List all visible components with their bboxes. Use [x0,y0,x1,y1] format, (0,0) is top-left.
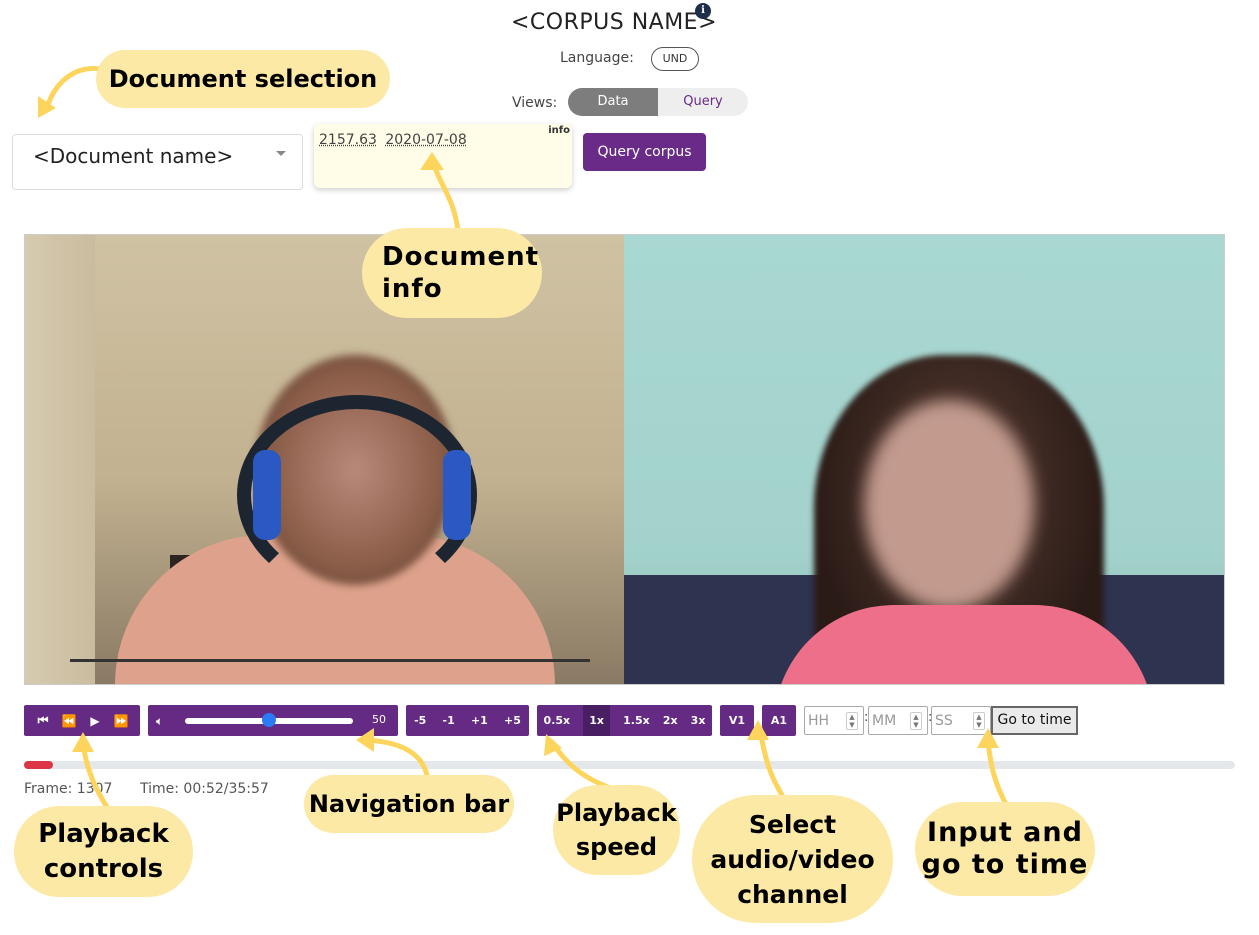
speed-1-5x-button[interactable]: 1.5x [623,714,650,727]
nav-minus-1-button[interactable]: -1 [443,714,455,727]
callout-playback-speed: Playback speed [553,785,680,875]
callout-playback-controls: Playback controls [14,806,193,897]
video-feed-right [624,235,1224,684]
headphone-cup-left [253,450,281,540]
nav-plus-1-button[interactable]: +1 [471,714,488,727]
callout-document-selection: Document selection [96,50,390,108]
chevron-down-icon [276,151,286,156]
hours-input[interactable]: HH ▲ ▼ [804,706,864,735]
callout-document-info: Document info [362,228,542,318]
fast-forward-icon[interactable]: ⏩ [109,714,133,728]
hours-stepper[interactable]: ▲ ▼ [846,712,858,730]
playback-speed: 0.5x 1x 1.5x 2x 3x [537,705,712,736]
callout-select-channel: Select audio/video channel [692,795,893,923]
info-icon[interactable]: i [695,3,711,19]
video-channel-select[interactable]: V1 [720,705,754,736]
hours-placeholder: HH [808,713,830,729]
corpus-title: <CORPUS NAME> [510,10,718,35]
document-info-panel: 2157.63 2020-07-08 info [314,124,572,188]
seconds-placeholder: SS [935,713,953,729]
nav-plus-5-button[interactable]: +5 [504,714,521,727]
minutes-stepper[interactable]: ▲ ▼ [910,712,922,730]
view-data-tab[interactable]: Data [568,88,658,116]
speed-3x-button[interactable]: 3x [691,714,706,727]
seconds-input[interactable]: SS ▲ ▼ [931,706,991,735]
volume-value: 50 [372,713,386,726]
rewind-icon[interactable]: ⏪ [57,714,81,728]
document-info-tag: info [548,125,570,136]
document-info-values: 2157.63 2020-07-08 [319,132,471,148]
volume-slider-thumb[interactable] [262,713,276,727]
skip-start-icon[interactable]: ⏮ [31,713,55,728]
view-query-tab[interactable]: Query [658,88,748,116]
video-channel-label: V1 [728,714,746,727]
callout-navigation-bar: Navigation bar [304,775,514,833]
callout-input-time: Input and go to time [915,802,1095,896]
views-label: Views: [512,95,558,111]
document-duration: 2157.63 [319,132,377,148]
video-player[interactable] [24,234,1225,685]
go-to-time-button[interactable]: Go to time [991,706,1078,735]
volume-control: 🔈︎ 50 [148,705,398,736]
document-select[interactable]: <Document name> [12,134,303,190]
timeline-progress[interactable] [24,761,54,769]
views-toggle: Data Query [568,88,748,116]
minutes-input[interactable]: MM ▲ ▼ [868,706,928,735]
document-date: 2020-07-08 [385,132,467,148]
play-icon[interactable]: ▶ [83,714,107,728]
navigation-bar: -5 -1 +1 +5 [406,705,529,736]
video-overlay-line [70,659,590,662]
frame-counter: Frame: 1307 [24,781,113,797]
nav-minus-5-button[interactable]: -5 [414,714,426,727]
language-label: Language: [560,50,634,66]
query-corpus-button[interactable]: Query corpus [583,133,706,171]
speaker-icon[interactable]: 🔈︎ [156,714,163,729]
person-right-face-blurred [864,400,1034,610]
speed-1x-button[interactable]: 1x [583,705,610,736]
headphone-cup-right [443,450,471,540]
speed-0-5x-button[interactable]: 0.5x [544,714,571,727]
audio-channel-select[interactable]: A1 [762,705,796,736]
language-badge[interactable]: UND [651,47,699,71]
time-counter: Time: 00:52/35:57 [140,781,269,797]
timeline-track[interactable] [24,761,1235,769]
seconds-stepper[interactable]: ▲ ▼ [973,712,985,730]
minutes-placeholder: MM [872,713,897,729]
document-select-value: <Document name> [33,144,234,168]
playback-controls: ⏮ ⏪ ▶ ⏩ [24,705,140,736]
speed-2x-button[interactable]: 2x [663,714,678,727]
audio-channel-label: A1 [770,714,788,727]
background-door [25,235,95,684]
